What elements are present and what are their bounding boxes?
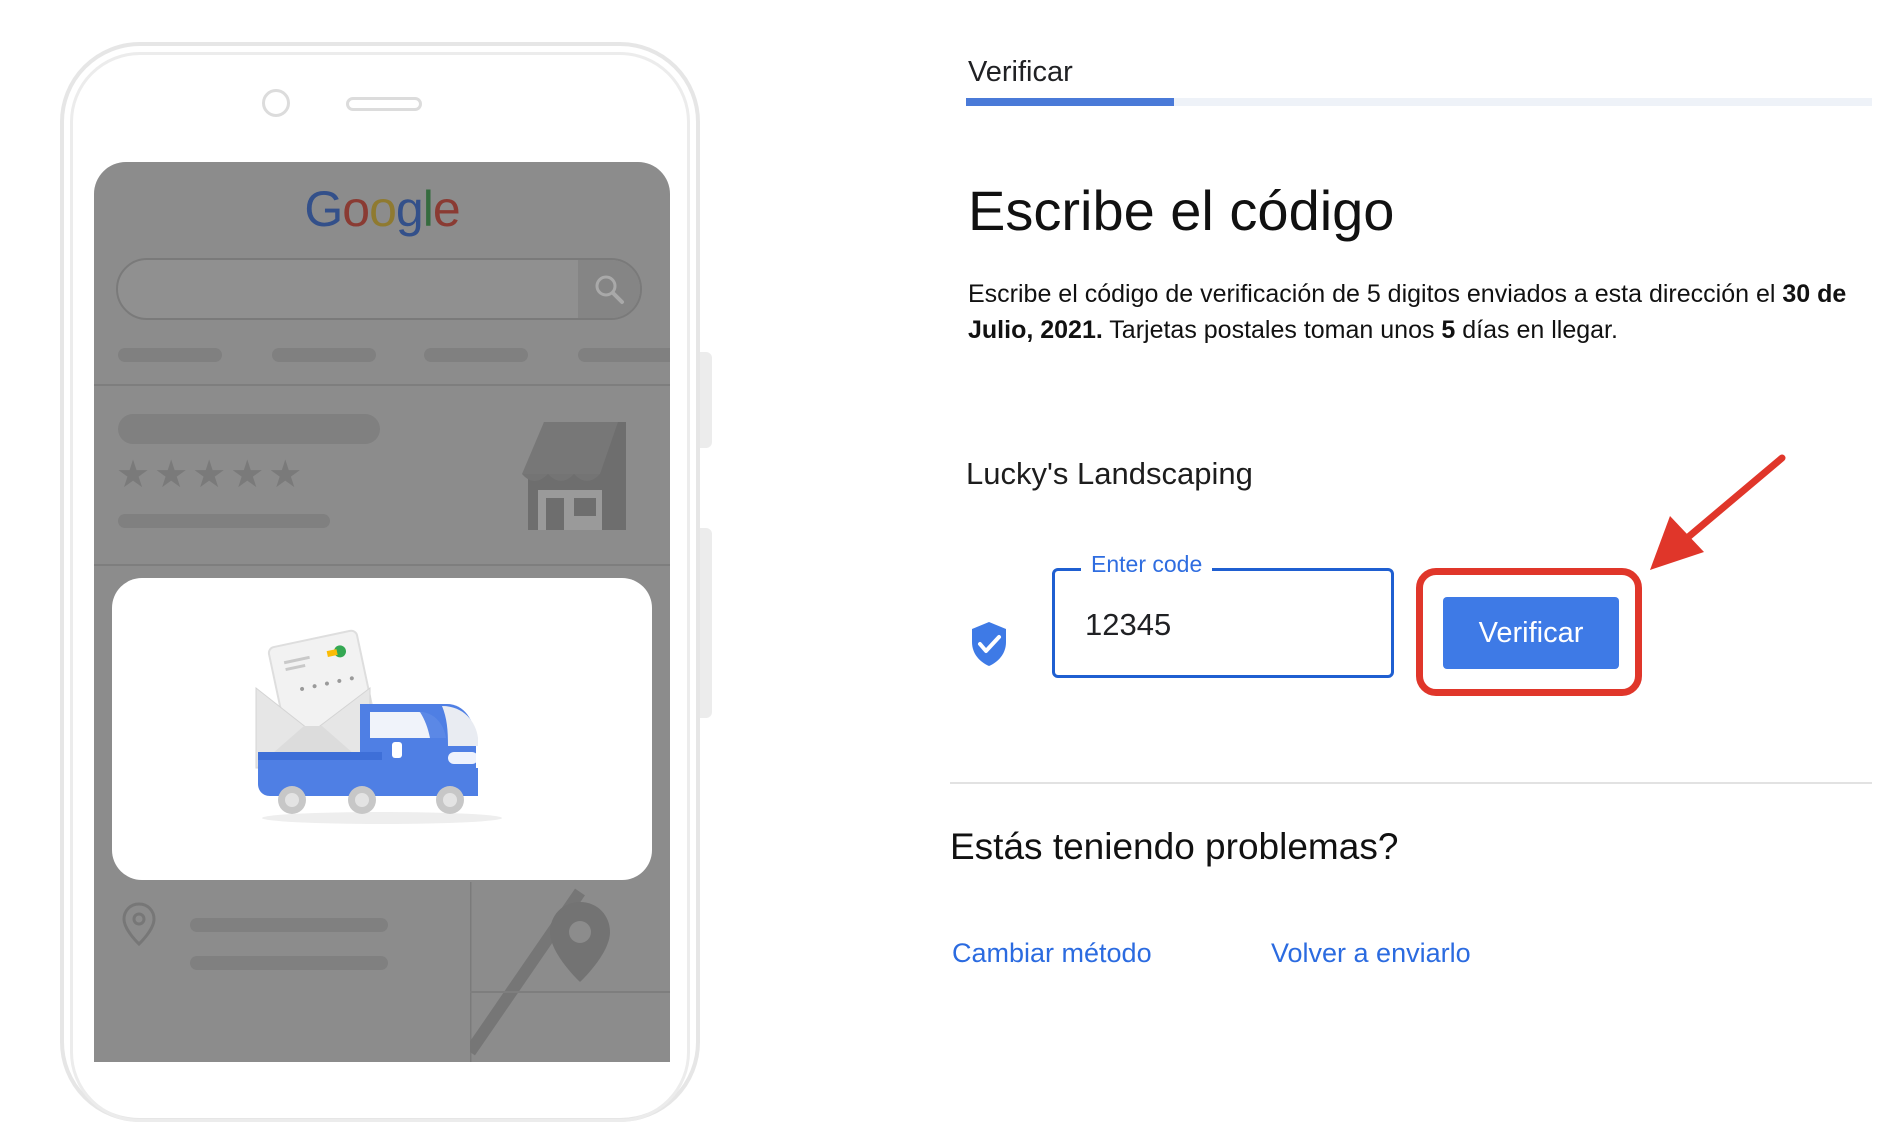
search-icon [578, 260, 640, 318]
verify-button[interactable]: Verificar [1443, 597, 1619, 669]
phone-placeholder-tab [272, 348, 376, 362]
tab-verificar[interactable]: Verificar [968, 56, 1073, 89]
phone-placeholder-tab [118, 348, 222, 362]
phone-placeholder-line [190, 918, 388, 932]
change-method-link[interactable]: Cambiar método [952, 938, 1152, 969]
verified-shield-icon [972, 622, 1006, 666]
code-field-label: Enter code [1081, 551, 1213, 578]
business-name: Lucky's Landscaping [966, 456, 1253, 491]
page-title: Escribe el código [968, 179, 1395, 242]
resend-link[interactable]: Volver a enviarlo [1271, 938, 1471, 969]
verification-description: Escribe el código de verificación de 5 d… [968, 280, 1847, 344]
delivery-days: 5 [1441, 316, 1456, 344]
google-logo: Google [304, 181, 460, 237]
annotation-arrow-icon [1650, 454, 1786, 570]
phone-side-button [700, 528, 712, 718]
phone-placeholder-title [118, 414, 380, 444]
phone-search-bar [116, 258, 642, 320]
store-icon [522, 422, 626, 530]
code-field: Enter code [1052, 551, 1394, 678]
phone-divider [94, 384, 670, 386]
rating-stars: ★★★★★ [116, 454, 307, 496]
map-thumbnail-icon [470, 882, 670, 1062]
mail-card: • • • • • [112, 578, 652, 880]
phone-divider [94, 564, 670, 566]
phone-side-button [700, 352, 712, 448]
phone-placeholder-tab [578, 348, 670, 362]
progress-indicator [966, 98, 1174, 106]
phone-camera [262, 89, 290, 117]
section-divider [950, 782, 1872, 784]
phone-placeholder-line [190, 956, 388, 970]
phone-placeholder-line [118, 514, 330, 528]
phone-speaker [346, 97, 422, 111]
location-pin-icon [122, 902, 156, 946]
phone-placeholder-tab [424, 348, 528, 362]
code-input[interactable] [1085, 607, 1375, 643]
mail-truck-icon: • • • • • [255, 629, 502, 824]
help-title: Estás teniendo problemas? [950, 826, 1399, 867]
